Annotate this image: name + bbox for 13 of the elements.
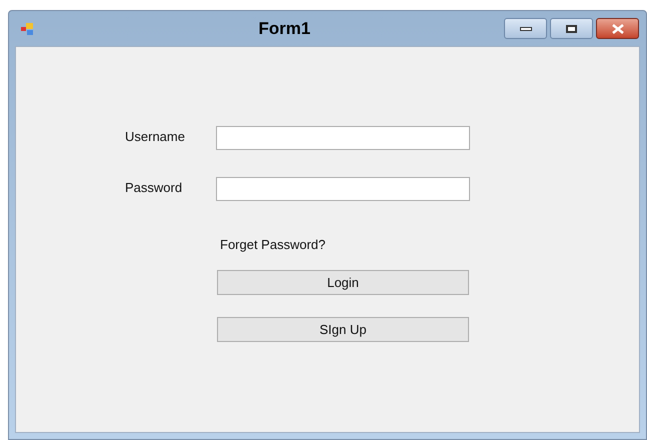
text-field[interactable] xyxy=(216,177,470,201)
field-label: Password xyxy=(125,179,184,197)
maximize-button[interactable] xyxy=(550,18,593,39)
text-field[interactable] xyxy=(216,126,470,150)
window-title: Form1 xyxy=(258,18,310,40)
form-button[interactable]: Login xyxy=(217,270,469,295)
app-icon xyxy=(21,22,35,36)
form-button[interactable]: SIgn Up xyxy=(217,317,469,342)
field-label: Username xyxy=(125,128,186,146)
forgot-password-link[interactable]: Forget Password? xyxy=(220,237,326,252)
minimize-button[interactable] xyxy=(504,18,547,39)
close-button[interactable] xyxy=(596,18,639,39)
close-icon xyxy=(612,24,624,34)
